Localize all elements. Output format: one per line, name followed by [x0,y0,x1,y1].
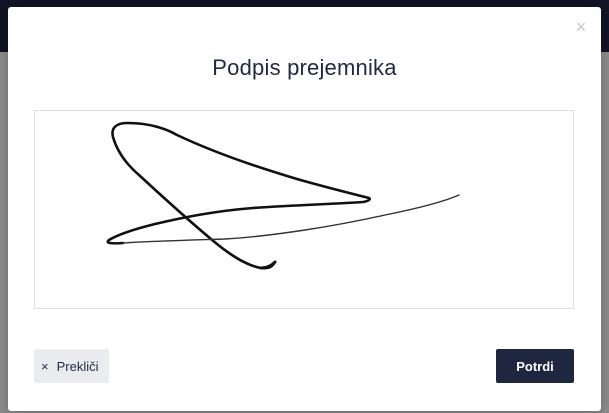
confirm-button[interactable]: Potrdi [496,349,574,383]
signature-drawing [106,121,460,270]
close-icon[interactable]: × [573,18,589,36]
cancel-button[interactable]: × Prekliči [34,349,109,383]
cancel-button-label: Prekliči [56,358,99,374]
signature-modal: × Podpis prejemnika × Prekliči Potrdi [8,7,601,411]
modal-title: Podpis prejemnika [212,55,397,80]
close-icon: × [41,358,49,374]
signature-pad[interactable] [34,110,574,309]
confirm-button-label: Potrdi [516,358,554,374]
